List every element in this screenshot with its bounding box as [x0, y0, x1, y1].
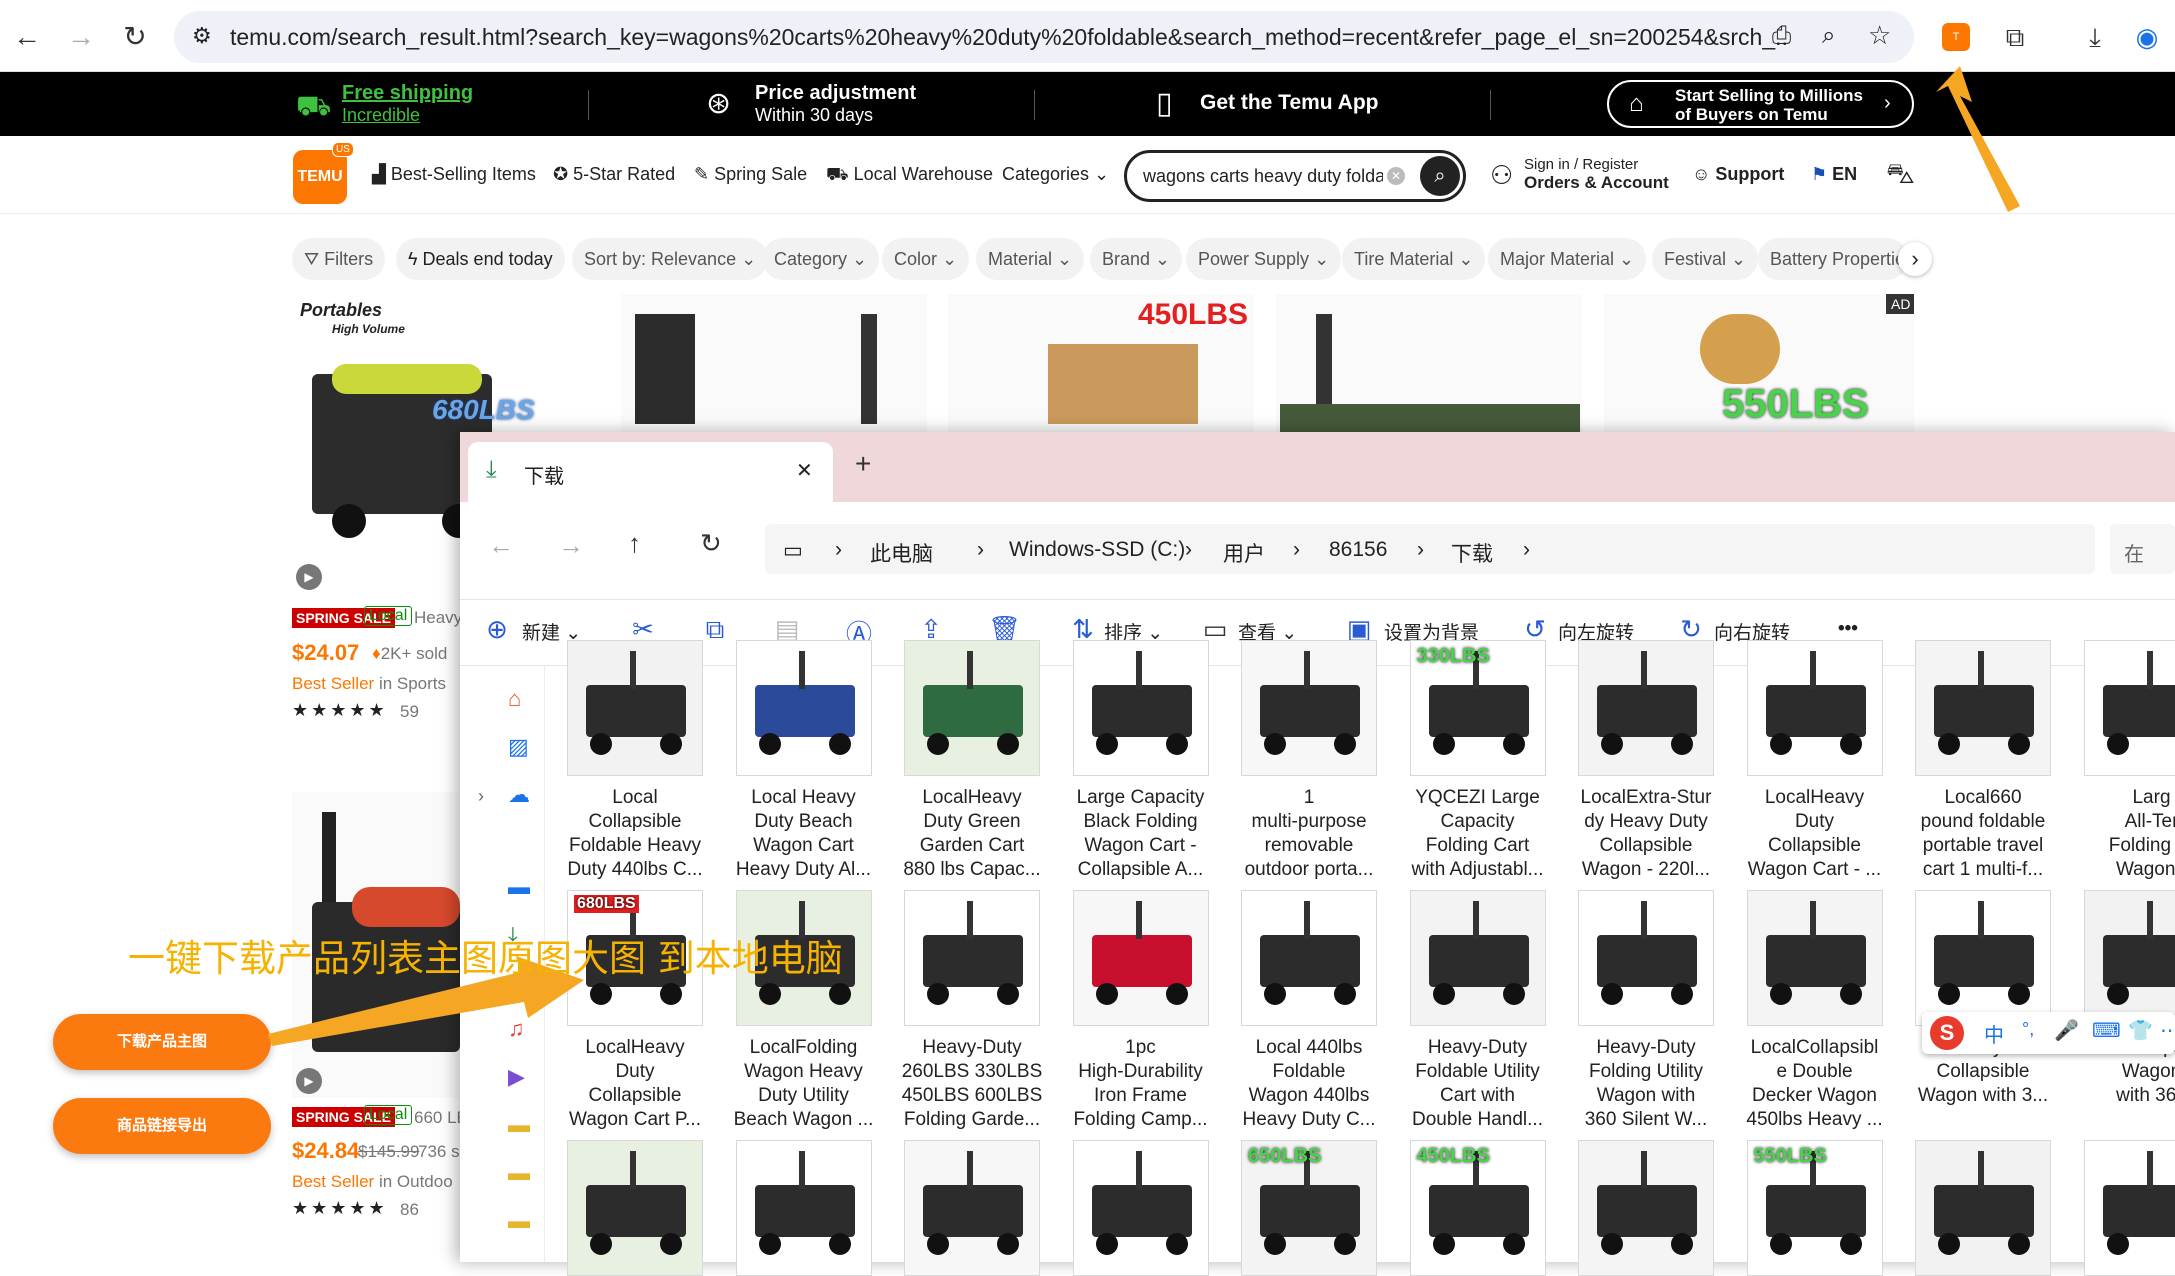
annotation-caption: 一键下载产品列表主图原图大图 到本地电脑	[128, 928, 843, 982]
arrow-to-extension	[1936, 66, 2020, 212]
ime-more-icon[interactable]: ⋯	[2160, 1018, 2175, 1043]
ime-toolbar[interactable]: S 中 °, 🎤 ⌨ 👕 ⋯	[1922, 1012, 2175, 1054]
sogou-logo-icon: S	[1930, 1016, 1964, 1050]
keyboard-icon[interactable]: ⌨	[2092, 1018, 2121, 1043]
skin-icon[interactable]: 👕	[2128, 1018, 2153, 1043]
annotation-arrows	[0, 0, 2175, 1262]
microphone-icon[interactable]: 🎤	[2054, 1018, 2079, 1043]
ime-chinese-mode[interactable]: 中	[1984, 1019, 2004, 1048]
ime-punctuation[interactable]: °,	[2022, 1019, 2034, 1040]
